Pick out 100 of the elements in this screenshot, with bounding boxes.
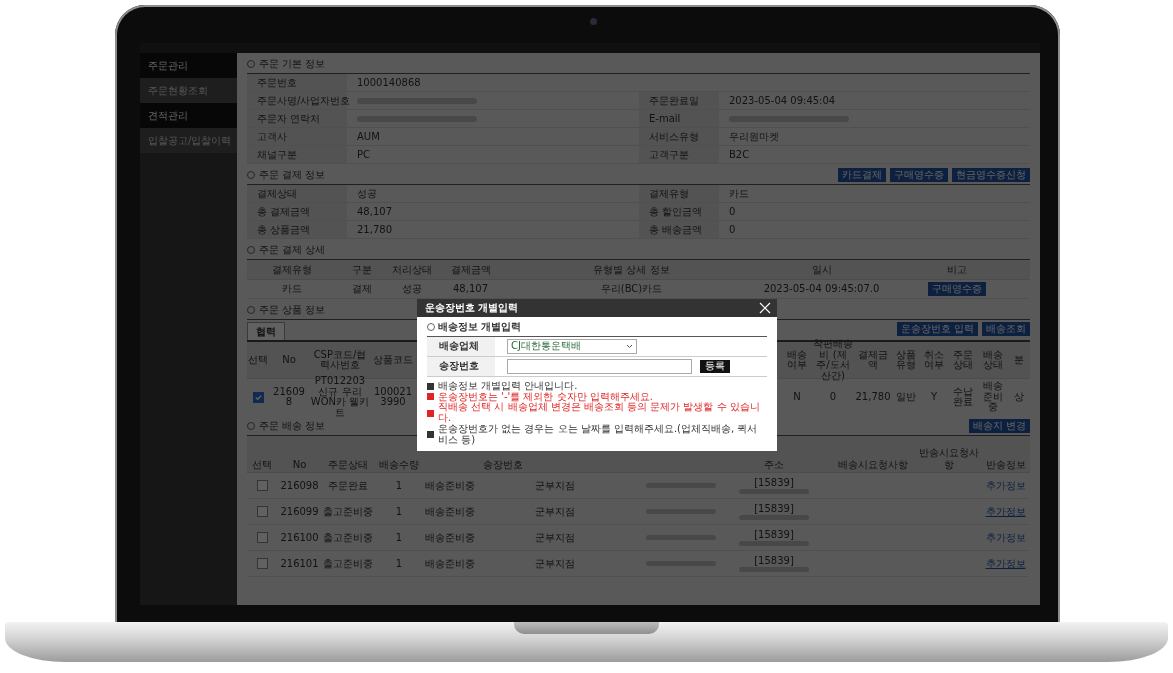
sidebar-item[interactable]: 주문관리 <box>140 53 237 78</box>
checkbox[interactable] <box>256 558 268 569</box>
table-cell: 주문완료 <box>322 473 374 499</box>
field-value: 48,107 <box>356 205 393 219</box>
field-value: PC <box>356 148 371 162</box>
section-title: 배송정보 개별입력 <box>438 322 522 333</box>
table-cell: 1 <box>374 499 424 525</box>
camera-dot <box>590 18 597 25</box>
table-cell-text: 일반 <box>895 389 917 404</box>
address-zip: [15839] <box>754 529 794 541</box>
field-value: 0 <box>728 223 737 237</box>
field-label: E-mail <box>639 110 719 127</box>
table-cell: 216100 <box>277 525 322 551</box>
table-cell: 군부지점 <box>529 473 580 499</box>
table-cell: 216098 <box>277 473 322 499</box>
tab[interactable]: 협력 <box>247 321 285 340</box>
checkbox[interactable] <box>256 480 268 491</box>
notice-text: 배송정보 개별입력 안내입니다. <box>438 380 578 392</box>
detail-link[interactable]: 추가정보 <box>985 531 1026 544</box>
address-zip: [15839] <box>754 503 794 515</box>
table-cell: 출고준비중 <box>322 499 374 525</box>
notice-text: 운송장번호는 '-'를 제외한 숫자만 입력해주세요. <box>438 391 653 403</box>
field-label: 주문자 연락처 <box>247 110 347 127</box>
address-zip: [15839] <box>754 555 794 567</box>
field-value: 1000140868 <box>356 76 422 90</box>
action-button[interactable]: 배송조회 <box>982 322 1030 336</box>
column-header: CSP코드/협력사번호 <box>312 347 368 372</box>
field-label: 채널구분 <box>247 146 347 163</box>
notice-text: 직배송 선택 시 배송업체 변경은 배송조회 등의 문제가 발생할 수 있습니다. <box>438 402 761 424</box>
field-value: AUM <box>356 130 381 144</box>
table-cell-text: 수납완료 <box>952 384 974 409</box>
table-cell-text: 상 <box>1013 389 1025 404</box>
table-cell-text: N <box>792 389 802 404</box>
table-cell: 출고준비중 <box>322 525 374 551</box>
detail-link[interactable]: 추가정보 <box>985 505 1026 518</box>
table-cell: 군부지점 <box>529 551 580 577</box>
sidebar-item[interactable]: 견적관리 <box>140 103 237 128</box>
action-button[interactable]: 구매영수증 <box>890 167 948 182</box>
table-cell: 배송준비중 <box>424 499 476 525</box>
column-header: 반송정보 <box>984 457 1027 472</box>
close-icon[interactable] <box>759 302 771 314</box>
section-title: 주문 결제 정보 <box>259 168 326 181</box>
checkbox[interactable] <box>252 391 264 403</box>
table-cell-text: 216098 <box>272 384 306 409</box>
table-cell: 배송준비중 <box>424 551 476 577</box>
table-cell: 카드 <box>247 280 337 299</box>
table-cell-text: 0 <box>828 389 838 404</box>
column-header: 상품코드 <box>372 352 414 367</box>
section-title: 주문 결제 상세 <box>259 243 326 256</box>
column-header: 구분 <box>351 262 373 277</box>
action-button[interactable]: 운송장번호 입력 <box>896 322 978 336</box>
table-cell-text: 21,780 <box>854 389 892 404</box>
table-cell: 결제 <box>337 280 387 299</box>
table-cell: 군부지점 <box>529 525 580 551</box>
section-title: 주문 기본 정보 <box>259 57 326 70</box>
column-header: No <box>291 457 308 472</box>
table-cell: 1 <box>374 525 424 551</box>
field-value: 카드 <box>728 187 750 201</box>
column-header: 배송시요청사항 <box>836 457 909 472</box>
field-label: 주문사명/사업자번호 <box>247 92 347 109</box>
table-cell: 216099 <box>277 499 322 525</box>
field-value: B2C <box>728 148 751 162</box>
table-cell: 216101 <box>277 551 322 577</box>
address-zip: [15839] <box>754 477 794 489</box>
table-cell: 배송준비중 <box>424 473 476 499</box>
column-header: 취소여부 <box>923 347 945 372</box>
chevron-down-icon <box>626 343 633 349</box>
field-value: 우리원마켓 <box>728 130 780 144</box>
action-button[interactable]: 배송지 변경 <box>968 418 1030 433</box>
checkbox[interactable] <box>256 506 268 517</box>
modal-title: 운송장번호 개별입력 <box>425 302 519 314</box>
column-header: 처리상태 <box>391 262 433 277</box>
action-button[interactable]: 카드결제 <box>838 167 886 182</box>
table-cell-text: 1000213990 <box>372 384 414 409</box>
table-cell: 1 <box>374 551 424 577</box>
field-label: 주문번호 <box>247 74 347 91</box>
detail-link[interactable]: 추가정보 <box>985 557 1026 570</box>
column-header: No <box>281 352 297 367</box>
column-header: 선택 <box>247 352 269 367</box>
detail-link[interactable]: 추가정보 <box>985 479 1026 492</box>
column-header: 주소 <box>763 457 785 472</box>
field-value: 0 <box>728 205 737 219</box>
table-cell: 출고준비중 <box>322 551 374 577</box>
column-header: 결제금액 <box>449 262 492 277</box>
field-value: 성공 <box>356 187 378 201</box>
notice-text: 운송장번호가 없는 경우는 오는 날짜를 입력해주세요.(업체직배송, 퀵서비스 등) <box>438 424 759 446</box>
action-button[interactable]: 현금영수증신청 <box>952 167 1030 182</box>
field-value: 21,780 <box>356 223 393 237</box>
field-label: 고객구분 <box>639 146 719 163</box>
table-cell: 군부지점 <box>529 499 580 525</box>
checkbox[interactable] <box>256 532 268 543</box>
table-cell-text: Y <box>929 389 939 404</box>
tracking-number-field[interactable] <box>507 358 692 374</box>
section-title: 주문 상품 정보 <box>259 303 326 316</box>
field-label: 주문완료일 <box>639 92 719 109</box>
field-value: 2023-05-04 09:45:04 <box>728 94 837 108</box>
receipt-button[interactable]: 구매영수증 <box>927 282 986 296</box>
column-header: 주문상태 <box>327 457 369 472</box>
carrier-select[interactable]: CJ대한통운택배 <box>507 338 637 354</box>
register-button[interactable]: 등록 <box>700 359 730 373</box>
